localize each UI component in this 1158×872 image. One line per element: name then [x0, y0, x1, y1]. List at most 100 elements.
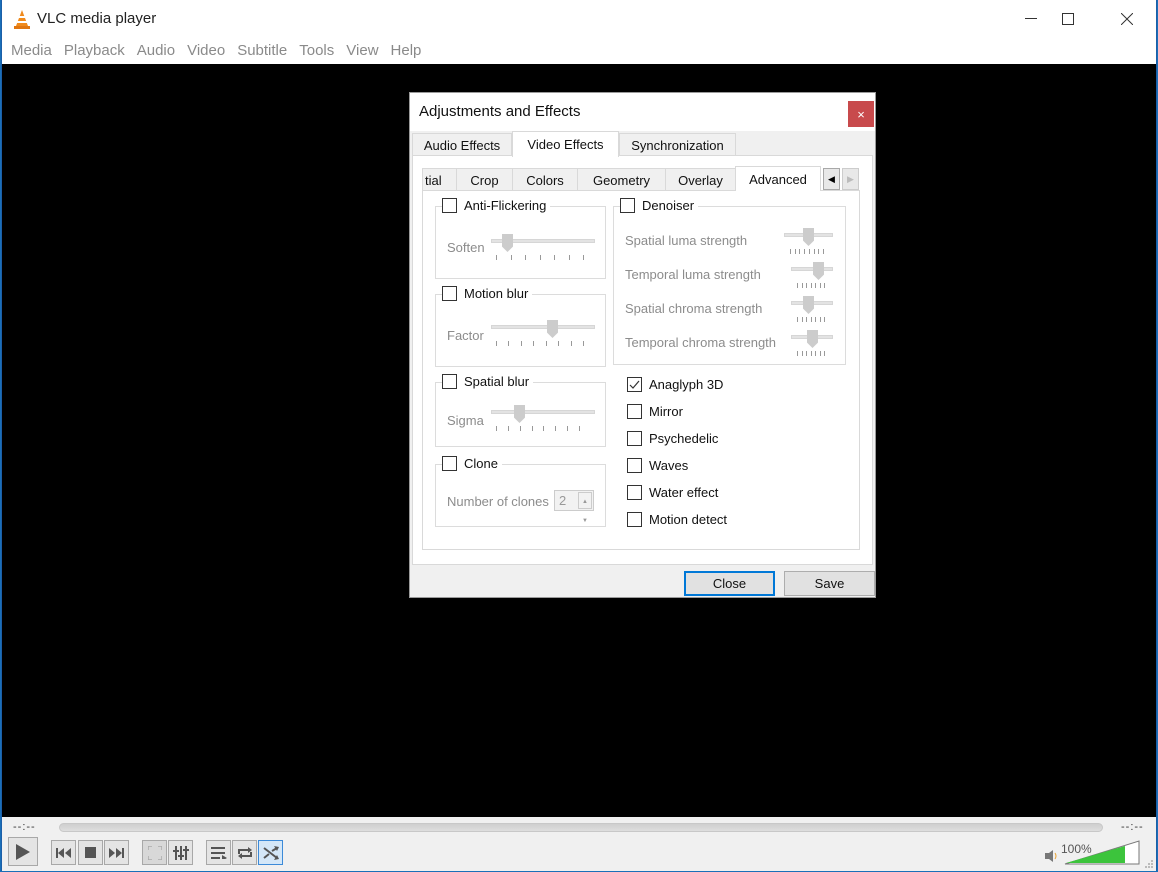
spin-down-icon[interactable]: ▼ [582, 512, 588, 531]
dialog-close-button[interactable]: × [848, 101, 874, 127]
tab-synchronization[interactable]: Synchronization [619, 133, 736, 157]
mirror-option[interactable]: Mirror [627, 404, 683, 419]
menu-media[interactable]: Media [5, 40, 58, 64]
psychedelic-checkbox[interactable] [627, 431, 642, 446]
loop-button[interactable] [232, 840, 257, 865]
close-icon [1121, 13, 1133, 25]
spatial-blur-checkbox[interactable] [442, 374, 457, 389]
control-bar: --:-- --:-- 100% [2, 817, 1156, 871]
checkmark-icon [629, 380, 640, 389]
window-title: VLC media player [37, 10, 157, 27]
stop-icon [85, 847, 96, 858]
waves-label: Waves [649, 458, 689, 473]
tab-video-effects[interactable]: Video Effects [512, 131, 619, 157]
chevron-right-icon: ▶ [847, 173, 854, 184]
water-effect-option[interactable]: Water effect [627, 485, 718, 500]
play-icon [16, 843, 30, 860]
slider-thumb[interactable] [807, 330, 818, 348]
menu-playback[interactable]: Playback [58, 40, 131, 64]
water-effect-checkbox[interactable] [627, 485, 642, 500]
play-button[interactable] [8, 837, 38, 866]
tab-audio-effects[interactable]: Audio Effects [412, 133, 512, 157]
temporal-chroma-label: Temporal chroma strength [625, 335, 777, 350]
mirror-checkbox[interactable] [627, 404, 642, 419]
motion-blur-checkbox[interactable] [442, 286, 457, 301]
subtab-essential[interactable]: tial [422, 168, 457, 191]
spatial-luma-slider[interactable] [784, 228, 833, 254]
menu-help[interactable]: Help [385, 40, 428, 64]
clones-value: 2 [559, 493, 567, 508]
tabs-scroll-left-button[interactable]: ◀ [823, 168, 840, 190]
clone-group: Clone Number of clones 2 ▲ ▼ [435, 456, 606, 527]
title-bar: VLC media player [2, 0, 1156, 40]
soften-slider[interactable] [491, 234, 595, 260]
temporal-luma-slider[interactable] [791, 262, 833, 288]
menu-tools[interactable]: Tools [293, 40, 340, 64]
tabs-scroll-right-button[interactable]: ▶ [842, 168, 859, 190]
previous-button[interactable] [51, 840, 76, 865]
time-elapsed: --:-- [13, 821, 36, 833]
anti-flickering-checkbox[interactable] [442, 198, 457, 213]
seek-slider[interactable] [59, 823, 1103, 832]
subtab-crop[interactable]: Crop [456, 168, 513, 191]
waves-checkbox[interactable] [627, 458, 642, 473]
menu-video[interactable]: Video [181, 40, 231, 64]
close-button[interactable]: Close [684, 571, 775, 596]
speaker-icon[interactable] [1045, 850, 1059, 862]
psychedelic-option[interactable]: Psychedelic [627, 431, 718, 446]
shuffle-icon [262, 845, 279, 860]
anti-flickering-group: Anti-Flickering Soften [435, 198, 606, 279]
spatial-chroma-label: Spatial chroma strength [625, 301, 763, 316]
playlist-button[interactable] [206, 840, 231, 865]
next-icon [109, 847, 124, 858]
stop-button[interactable] [78, 840, 103, 865]
denoiser-checkbox[interactable] [620, 198, 635, 213]
anaglyph-3d-option[interactable]: Anaglyph 3D [627, 377, 723, 392]
motion-detect-option[interactable]: Motion detect [627, 512, 727, 527]
slider-thumb[interactable] [547, 320, 558, 338]
spin-up-icon[interactable]: ▲ [582, 493, 588, 512]
sigma-slider[interactable] [491, 405, 595, 431]
slider-thumb[interactable] [514, 405, 525, 423]
clone-checkbox[interactable] [442, 456, 457, 471]
slider-thumb[interactable] [803, 296, 814, 314]
save-button[interactable]: Save [784, 571, 875, 596]
motion-detect-checkbox[interactable] [627, 512, 642, 527]
subtab-geometry[interactable]: Geometry [577, 168, 666, 191]
advanced-pane: Anti-Flickering Soften Motion blur Facto… [422, 190, 860, 550]
factor-slider[interactable] [491, 320, 595, 346]
menu-view[interactable]: View [340, 40, 384, 64]
waves-option[interactable]: Waves [627, 458, 688, 473]
number-of-clones-spinbox[interactable]: 2 ▲ ▼ [554, 490, 594, 524]
fullscreen-button[interactable] [142, 840, 167, 865]
loop-icon [237, 846, 252, 859]
menu-audio[interactable]: Audio [131, 40, 181, 64]
subtab-overlay[interactable]: Overlay [665, 168, 736, 191]
clone-label: Clone [464, 456, 498, 471]
anaglyph-3d-label: Anaglyph 3D [649, 377, 724, 392]
denoiser-label: Denoiser [642, 198, 695, 213]
subtab-colors[interactable]: Colors [512, 168, 578, 191]
anaglyph-3d-checkbox[interactable] [627, 377, 642, 392]
menu-subtitle[interactable]: Subtitle [231, 40, 293, 64]
slider-thumb[interactable] [803, 228, 814, 246]
vlc-cone-icon [14, 10, 30, 29]
previous-icon [56, 847, 71, 858]
slider-thumb[interactable] [502, 234, 513, 252]
spatial-chroma-slider[interactable] [791, 296, 833, 322]
playlist-icon [210, 846, 227, 859]
maximize-button[interactable] [1039, 0, 1097, 38]
next-button[interactable] [104, 840, 129, 865]
temporal-chroma-slider[interactable] [791, 330, 833, 356]
slider-thumb[interactable] [813, 262, 824, 280]
mirror-label: Mirror [649, 404, 683, 419]
denoiser-group: Denoiser Spatial luma strength Temporal … [613, 198, 846, 365]
subtab-advanced[interactable]: Advanced [735, 166, 821, 191]
chevron-left-icon: ◀ [828, 173, 835, 184]
volume-slider[interactable] [1064, 840, 1140, 865]
extended-settings-button[interactable] [168, 840, 193, 865]
spatial-blur-label: Spatial blur [464, 374, 530, 389]
shuffle-button[interactable] [258, 840, 283, 865]
resize-grip-icon[interactable] [1144, 859, 1154, 869]
close-window-button[interactable] [1098, 0, 1156, 38]
